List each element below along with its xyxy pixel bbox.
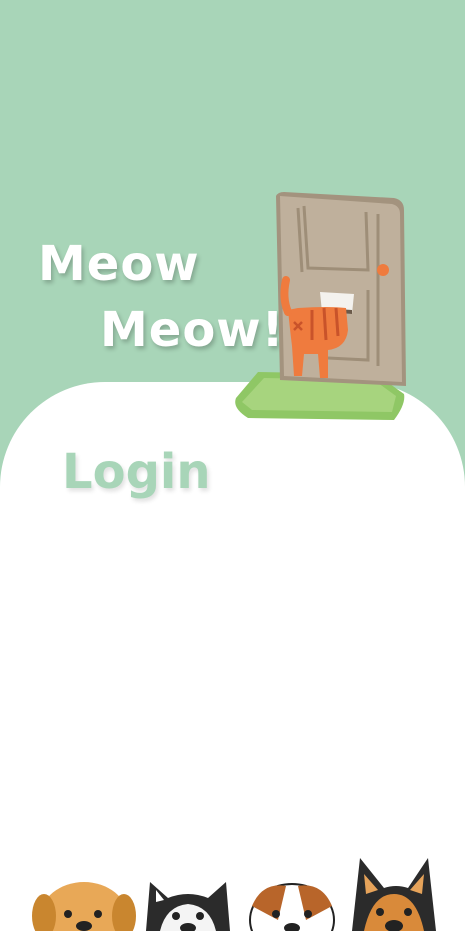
- login-heading: Login: [62, 444, 211, 500]
- app-title-line1: Meow: [38, 236, 200, 292]
- dogs-icon: [32, 858, 436, 931]
- cat-door-icon: [235, 192, 406, 420]
